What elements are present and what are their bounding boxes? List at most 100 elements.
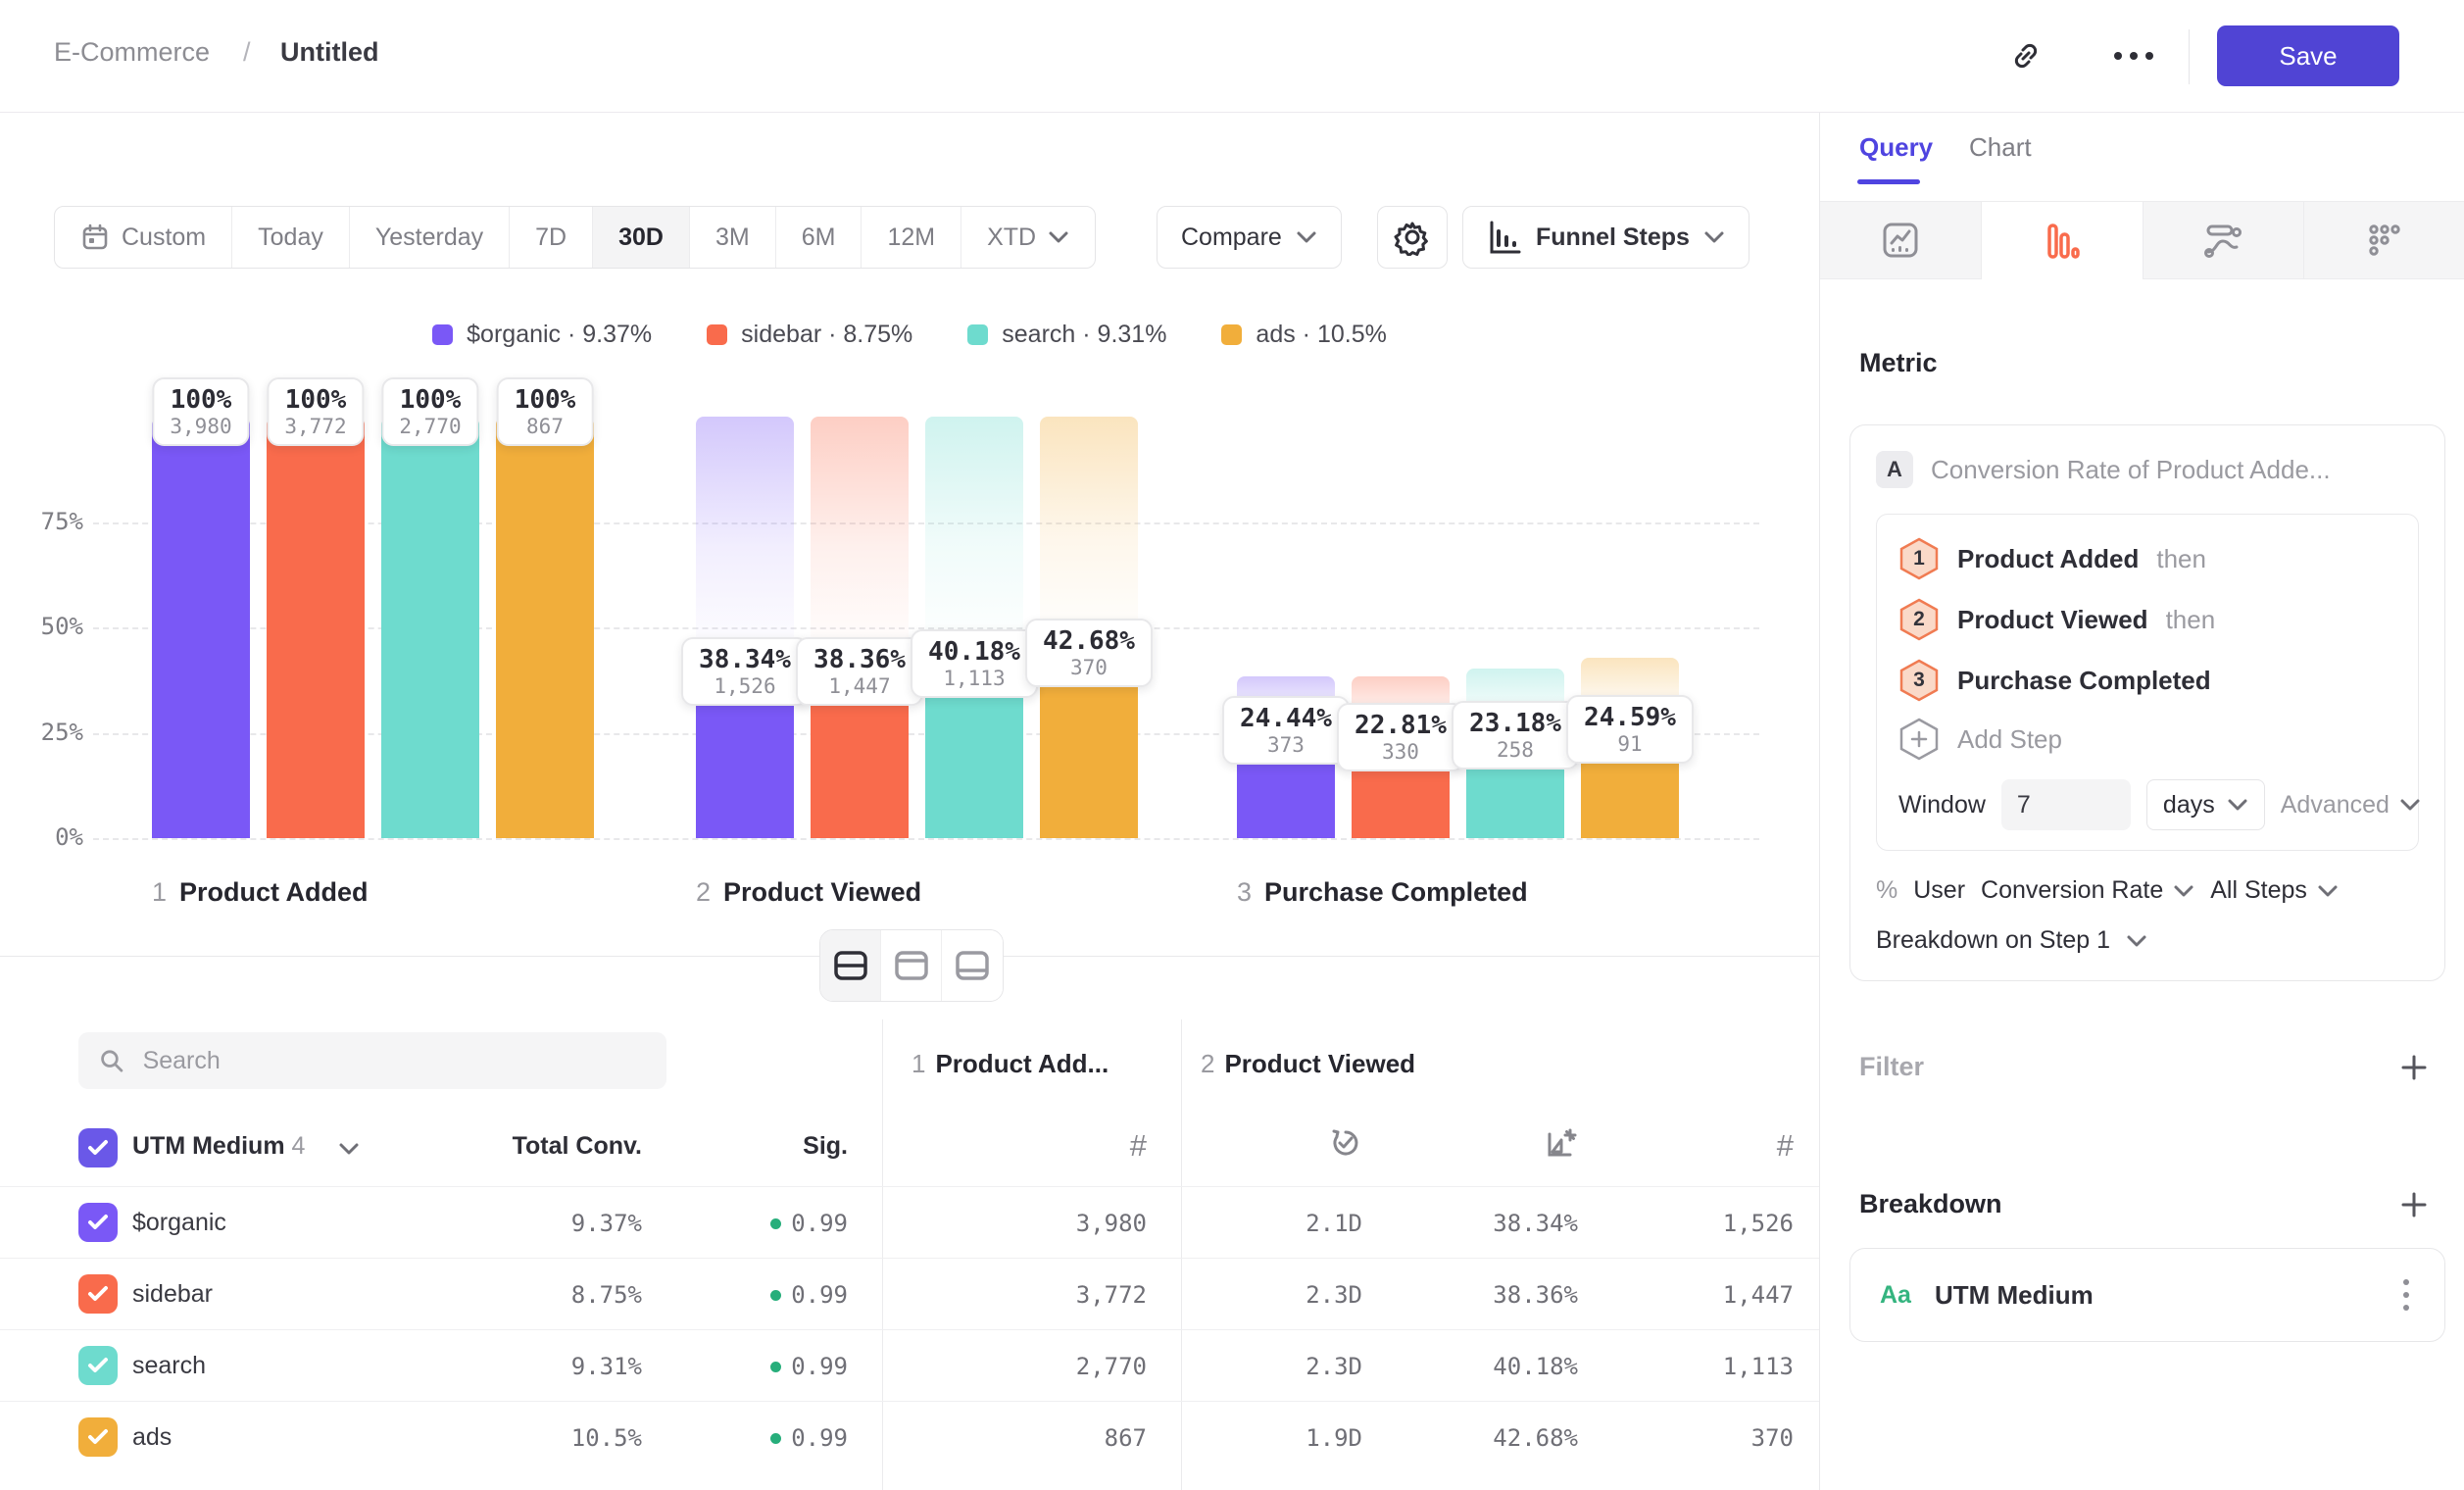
query-step-3[interactable]: 3Purchase Completed bbox=[1898, 650, 2396, 711]
range-yesterday[interactable]: Yesterday bbox=[350, 207, 510, 268]
significance-value: 0.99 bbox=[770, 1281, 848, 1309]
select-all-checkbox[interactable] bbox=[78, 1128, 118, 1167]
range-12m[interactable]: 12M bbox=[862, 207, 961, 268]
range-6m[interactable]: 6M bbox=[776, 207, 862, 268]
row-checkbox[interactable] bbox=[78, 1274, 118, 1314]
sig-dot bbox=[770, 1433, 781, 1444]
table-row-search[interactable]: search0.999.31%2,7702.3D40.18%1,113 bbox=[0, 1329, 1819, 1401]
layout-table-only-button[interactable] bbox=[942, 930, 1003, 1001]
funnel-plot: 75%50%25%0%100%3,98038.34%1,52624.44%373… bbox=[93, 417, 1759, 838]
range-3m[interactable]: 3M bbox=[690, 207, 776, 268]
range-custom[interactable]: Custom bbox=[55, 207, 232, 268]
range-30d[interactable]: 30D bbox=[593, 207, 690, 268]
bar-sidebar-step1[interactable] bbox=[267, 417, 365, 838]
layout-split-button[interactable] bbox=[820, 930, 881, 1001]
tab-chart[interactable]: Chart bbox=[1969, 132, 2032, 163]
bar-count: 330 bbox=[1355, 740, 1447, 764]
filter-label: Filter bbox=[1859, 1052, 1924, 1082]
window-label: Window bbox=[1898, 791, 1986, 820]
step2-avg-time: 2.1D bbox=[1306, 1210, 1362, 1237]
group-column-header[interactable]: UTM Medium 4 bbox=[132, 1132, 305, 1161]
layout-chart-only-button[interactable] bbox=[881, 930, 942, 1001]
breakdown-item-menu[interactable] bbox=[2397, 1273, 2415, 1316]
significance-value: 0.99 bbox=[770, 1210, 848, 1237]
range-7d[interactable]: 7D bbox=[510, 207, 593, 268]
search-input[interactable] bbox=[143, 1047, 647, 1075]
step-event-name: Product Viewed bbox=[1957, 605, 2148, 635]
compare-label: Compare bbox=[1181, 224, 1282, 252]
window-unit-select[interactable]: days bbox=[2146, 779, 2265, 830]
table-step2-header: 2Product Viewed bbox=[1201, 1049, 1415, 1079]
sig-dot bbox=[770, 1218, 781, 1229]
table-row-ads[interactable]: ads0.9910.5%8671.9D42.68%370 bbox=[0, 1401, 1819, 1472]
query-step-2[interactable]: 2Product Viewedthen bbox=[1898, 589, 2396, 650]
step2-avg-time: 2.3D bbox=[1306, 1353, 1362, 1380]
funnel-steps-icon bbox=[1487, 220, 1522, 255]
range-today[interactable]: Today bbox=[232, 207, 350, 268]
row-checkbox[interactable] bbox=[78, 1346, 118, 1385]
window-value-input[interactable] bbox=[2001, 779, 2131, 830]
table-header-row: UTM Medium 4 Total Conv. Sig. # # bbox=[0, 1115, 1819, 1185]
more-menu-button[interactable] bbox=[2107, 29, 2160, 82]
bar-value-label: 22.81%330 bbox=[1337, 703, 1464, 771]
compare-button[interactable]: Compare bbox=[1157, 206, 1342, 269]
legend-item-2[interactable]: search · 9.31% bbox=[967, 321, 1166, 349]
row-checkbox[interactable] bbox=[78, 1417, 118, 1457]
save-button[interactable]: Save bbox=[2217, 25, 2399, 86]
add-step-button[interactable]: Add Step bbox=[1898, 711, 2396, 768]
legend-item-3[interactable]: ads · 10.5% bbox=[1221, 321, 1386, 349]
add-breakdown-button[interactable] bbox=[2399, 1190, 2429, 1219]
row-checkbox[interactable] bbox=[78, 1203, 118, 1242]
table-row-sidebar[interactable]: sidebar0.998.75%3,7722.3D38.36%1,447 bbox=[0, 1258, 1819, 1329]
chevron-down-icon bbox=[1296, 230, 1317, 244]
chevron-down-icon bbox=[2227, 798, 2248, 812]
chevron-down-icon[interactable] bbox=[338, 1142, 360, 1156]
bottom-panel-icon bbox=[955, 950, 990, 981]
legend-label: search · 9.31% bbox=[1002, 321, 1166, 349]
bar-pct: 100% bbox=[284, 385, 346, 415]
total-conv-header[interactable]: Total Conv. bbox=[513, 1132, 642, 1161]
metric-section-label: Metric bbox=[1859, 348, 1938, 378]
tab-query[interactable]: Query bbox=[1859, 132, 1933, 163]
step2-count: 370 bbox=[1751, 1424, 1794, 1452]
step-label-3: 3Purchase Completed bbox=[1237, 877, 1528, 908]
bar-count: 3,980 bbox=[170, 415, 231, 438]
measure-scope-select[interactable]: All Steps bbox=[2210, 876, 2339, 905]
table-row-organic[interactable]: $organic0.999.37%3,9802.1D38.34%1,526 bbox=[0, 1186, 1819, 1258]
query-step-1[interactable]: 1Product Addedthen bbox=[1898, 528, 2396, 589]
y-axis-tick: 75% bbox=[32, 508, 83, 535]
bar-$organic-step1[interactable] bbox=[152, 417, 250, 838]
retention-tab[interactable] bbox=[2144, 202, 2305, 279]
legend-swatch bbox=[1221, 324, 1242, 345]
insights-tab[interactable] bbox=[1820, 202, 1982, 279]
breakdown-item-utm-medium[interactable]: Aa UTM Medium bbox=[1849, 1248, 2445, 1342]
chart-settings-button[interactable] bbox=[1377, 206, 1448, 269]
legend-item-0[interactable]: $organic · 9.37% bbox=[432, 321, 652, 349]
sig-header[interactable]: Sig. bbox=[803, 1132, 848, 1161]
bar-pct: 40.18% bbox=[928, 637, 1020, 667]
total-conv-value: 9.37% bbox=[571, 1210, 642, 1237]
bar-value-label: 100%3,772 bbox=[267, 377, 364, 446]
copy-link-button[interactable] bbox=[1999, 29, 2052, 82]
add-step-hex bbox=[1898, 718, 1940, 761]
advanced-toggle[interactable]: Advanced bbox=[2281, 791, 2421, 820]
chart-type-button[interactable]: Funnel Steps bbox=[1462, 206, 1749, 269]
funnels-tab[interactable] bbox=[1982, 202, 2144, 279]
range-xtd[interactable]: XTD bbox=[961, 207, 1095, 268]
more-analyses-tab[interactable] bbox=[2304, 202, 2464, 279]
breadcrumb-project[interactable]: E-Commerce bbox=[54, 37, 210, 68]
step2-count: 1,447 bbox=[1723, 1281, 1794, 1309]
step-event-name: Product Added bbox=[1957, 544, 2139, 574]
legend-item-1[interactable]: sidebar · 8.75% bbox=[707, 321, 912, 349]
breakdown-on-select[interactable]: Breakdown on Step 1 bbox=[1876, 926, 2419, 955]
measure-metric-select[interactable]: Conversion Rate bbox=[1981, 876, 2194, 905]
step1-count: 2,770 bbox=[1076, 1353, 1147, 1380]
measure-entity[interactable]: User bbox=[1913, 876, 1965, 905]
bar-count: 3,772 bbox=[284, 415, 346, 438]
bar-count: 867 bbox=[515, 415, 576, 438]
bar-search-step1[interactable] bbox=[381, 417, 479, 838]
breadcrumb-report-title[interactable]: Untitled bbox=[280, 37, 379, 68]
bar-ads-step1[interactable] bbox=[496, 417, 594, 838]
metric-title-row[interactable]: A Conversion Rate of Product Adde... bbox=[1876, 451, 2419, 488]
add-filter-button[interactable] bbox=[2399, 1053, 2429, 1082]
